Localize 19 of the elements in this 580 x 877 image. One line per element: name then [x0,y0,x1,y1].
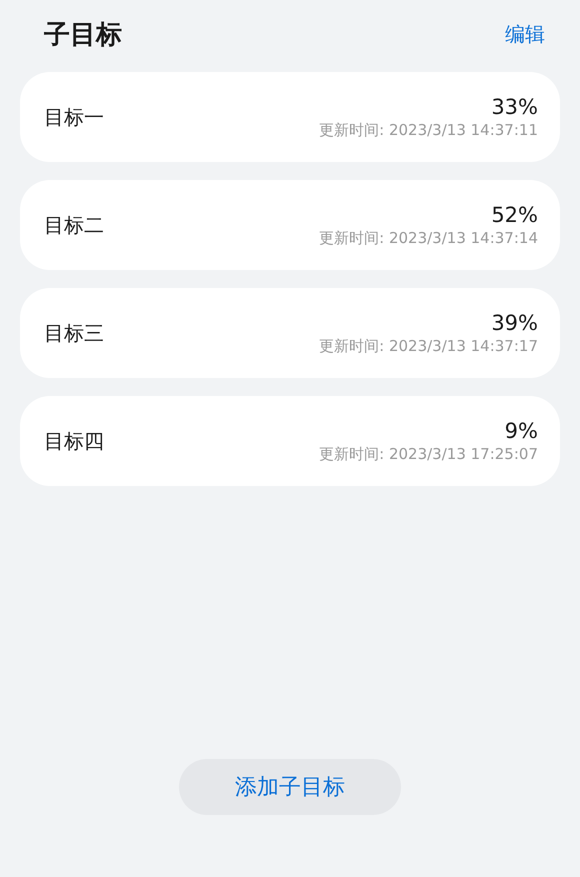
goal-name: 目标四 [44,428,104,454]
goal-percent: 33% [491,94,538,118]
goal-card[interactable]: 目标四 9% 更新时间: 2023/3/13 17:25:07 [20,396,560,486]
goal-percent: 39% [491,310,538,334]
add-subgoal-button[interactable]: 添加子目标 [179,759,401,815]
edit-link[interactable]: 编辑 [505,20,545,48]
goal-percent: 9% [504,418,538,442]
goal-name: 目标一 [44,104,104,130]
goal-card[interactable]: 目标二 52% 更新时间: 2023/3/13 14:37:14 [20,180,560,270]
goal-name: 目标二 [44,212,104,238]
goal-name: 目标三 [44,320,104,346]
goal-percent: 52% [491,202,538,226]
update-time: 更新时间: 2023/3/13 14:37:11 [319,120,538,140]
update-time: 更新时间: 2023/3/13 14:37:14 [319,228,538,248]
page-title: 子目标 [44,18,122,52]
update-time: 更新时间: 2023/3/13 14:37:17 [319,336,538,356]
update-time: 更新时间: 2023/3/13 17:25:07 [319,444,538,464]
goal-card[interactable]: 目标三 39% 更新时间: 2023/3/13 14:37:17 [20,288,560,378]
goal-card[interactable]: 目标一 33% 更新时间: 2023/3/13 14:37:11 [20,72,560,162]
